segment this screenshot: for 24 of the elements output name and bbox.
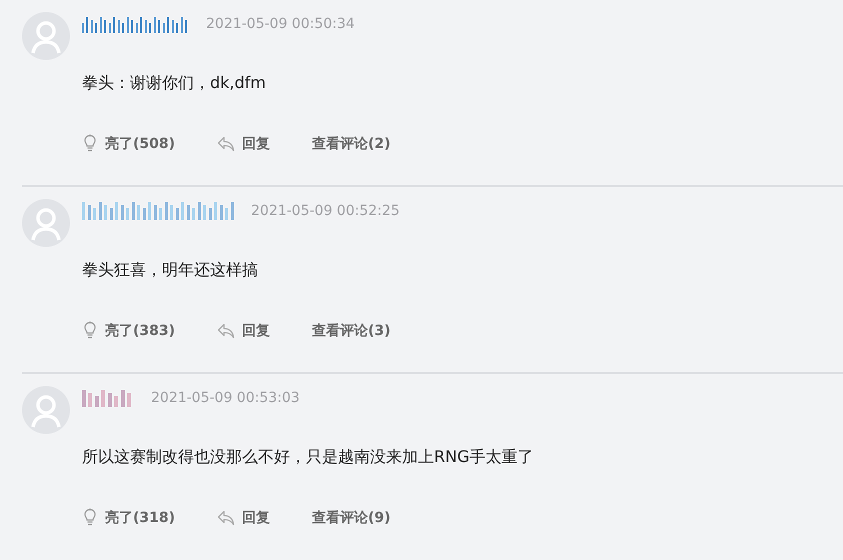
view-comments-link[interactable]: 查看评论(3) [312, 322, 391, 340]
comment-time: 2021-05-09 00:53:03 [151, 390, 300, 406]
reply-arrow-icon[interactable] [217, 510, 236, 526]
lightbulb-icon[interactable] [82, 134, 98, 154]
like-button[interactable]: 亮了(383) [105, 322, 176, 340]
reply-button[interactable]: 回复 [242, 322, 270, 340]
comment-time: 2021-05-09 00:52:25 [251, 203, 400, 219]
lightbulb-icon[interactable] [82, 321, 98, 341]
reply-button[interactable]: 回复 [242, 509, 270, 527]
view-comments-link[interactable]: 查看评论(9) [312, 509, 391, 527]
avatar-icon [22, 199, 70, 247]
view-comments-link[interactable]: 查看评论(2) [312, 135, 391, 153]
comment-time: 2021-05-09 00:50:34 [206, 16, 355, 32]
avatar-icon [22, 386, 70, 434]
reply-button[interactable]: 回复 [242, 135, 270, 153]
comment-text: 拳头：谢谢你们，dk,dfm [82, 72, 267, 94]
reply-arrow-icon[interactable] [217, 136, 236, 152]
lightbulb-icon[interactable] [82, 508, 98, 528]
like-button[interactable]: 亮了(508) [105, 135, 176, 153]
comment-text: 拳头狂喜，明年还这样搞 [82, 259, 259, 281]
like-button[interactable]: 亮了(318) [105, 509, 176, 527]
comment-text: 所以这赛制改得也没那么不好，只是越南没来加上RNG手太重了 [82, 446, 534, 468]
avatar-icon [22, 12, 70, 60]
reply-arrow-icon[interactable] [217, 323, 236, 339]
